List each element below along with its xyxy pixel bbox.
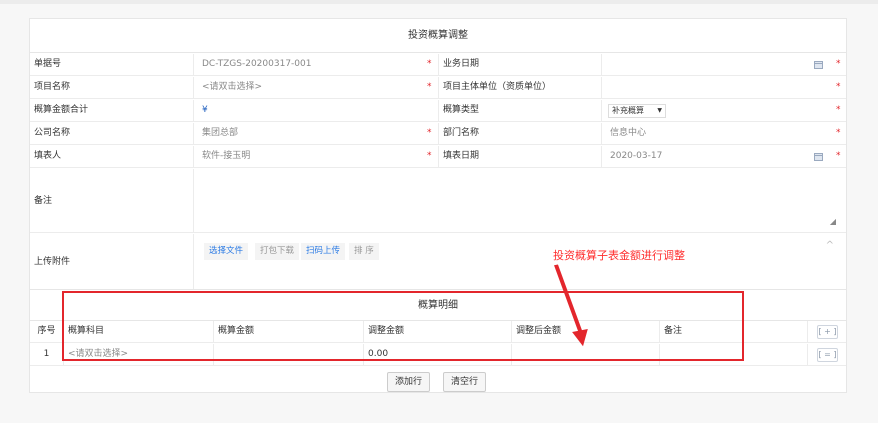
- clear-rows-button[interactable]: 清空行: [443, 372, 487, 392]
- required-mark: *: [427, 59, 432, 69]
- budget-type-cell: 补充概算 ▼: [601, 100, 847, 121]
- total-amount-label: 概算金额合计: [34, 105, 89, 115]
- col-index: 序号: [37, 326, 56, 336]
- required-mark: *: [836, 59, 841, 69]
- required-mark: *: [836, 151, 841, 161]
- form-row-filler: 填表人 软件-接玉明 * 填表日期 2020-03-17 *: [30, 146, 846, 168]
- department-label: 部门名称: [438, 123, 601, 144]
- sort-button[interactable]: 排 序: [349, 243, 379, 260]
- calendar-icon[interactable]: [814, 61, 823, 69]
- top-bar: [0, 0, 878, 4]
- col-actions: [ + ]: [807, 321, 848, 342]
- scan-upload-button[interactable]: 扫码上传: [301, 243, 346, 260]
- total-amount-value: ¥: [193, 100, 438, 121]
- add-row-button[interactable]: 添加行: [387, 372, 431, 392]
- project-entity-label: 项目主体单位（资质单位）: [438, 77, 601, 98]
- budget-type-selected: 补充概算: [612, 106, 644, 115]
- form-title: 投资概算调整: [30, 19, 846, 53]
- required-mark: *: [427, 151, 432, 161]
- required-mark: *: [836, 128, 841, 138]
- pack-download-button[interactable]: 打包下载: [255, 243, 300, 260]
- remarks-textarea[interactable]: [193, 169, 847, 232]
- fill-date-field[interactable]: 2020-03-17: [601, 146, 847, 167]
- filler-label: 填表人: [34, 151, 62, 161]
- business-date-label: 业务日期: [438, 54, 601, 75]
- row-index: 1: [43, 349, 50, 359]
- row-menu-button[interactable]: [ = ]: [817, 348, 838, 362]
- annotation-text: 投资概算子表金额进行调整: [553, 249, 685, 262]
- highlight-box: [62, 291, 744, 361]
- budget-type-label: 概算类型: [438, 100, 601, 121]
- budget-type-select[interactable]: 补充概算 ▼: [608, 104, 666, 118]
- form-row-project: 项目名称 <请双击选择> * 项目主体单位（资质单位） *: [30, 77, 846, 99]
- project-name-label: 项目名称: [34, 82, 71, 92]
- required-mark: *: [836, 82, 841, 92]
- required-mark: *: [427, 82, 432, 92]
- company-name-field[interactable]: 集团总部: [193, 123, 438, 144]
- divider: [193, 234, 194, 289]
- required-mark: *: [427, 128, 432, 138]
- remarks-label: 备注: [34, 196, 53, 206]
- fill-date-label: 填表日期: [438, 146, 601, 167]
- upload-label: 上传附件: [34, 257, 71, 267]
- filler-field[interactable]: 软件-接玉明: [193, 146, 438, 167]
- chevron-up-icon[interactable]: ^: [826, 240, 834, 251]
- form-row-company: 公司名称 集团总部 * 部门名称 信息中心 *: [30, 123, 846, 145]
- project-name-field[interactable]: <请双击选择>: [193, 77, 438, 98]
- company-name-label: 公司名称: [34, 128, 71, 138]
- form-row-amount: 概算金额合计 ¥ 概算类型 补充概算 ▼ *: [30, 100, 846, 122]
- dropdown-arrow-icon: ▼: [657, 107, 662, 114]
- project-entity-field[interactable]: [601, 77, 847, 98]
- add-column-button[interactable]: [ + ]: [817, 325, 838, 339]
- calendar-icon[interactable]: [814, 153, 823, 161]
- form-row-doc-no: 单据号 DC-TZGS-20200317-001 * 业务日期 *: [30, 54, 846, 76]
- doc-no-field[interactable]: DC-TZGS-20200317-001: [193, 54, 438, 75]
- doc-no-label: 单据号: [34, 59, 62, 69]
- select-file-button[interactable]: 选择文件: [204, 243, 249, 260]
- row-actions: [ = ]: [807, 344, 848, 365]
- department-field[interactable]: 信息中心: [601, 123, 847, 144]
- resize-handle-icon[interactable]: ◢: [830, 217, 836, 226]
- form-row-upload: 上传附件 选择文件 打包下载 扫码上传 排 序 ^: [30, 234, 846, 290]
- business-date-field[interactable]: [601, 54, 847, 75]
- required-mark: *: [836, 105, 841, 115]
- form-row-remarks: 备注 ◢: [30, 169, 846, 233]
